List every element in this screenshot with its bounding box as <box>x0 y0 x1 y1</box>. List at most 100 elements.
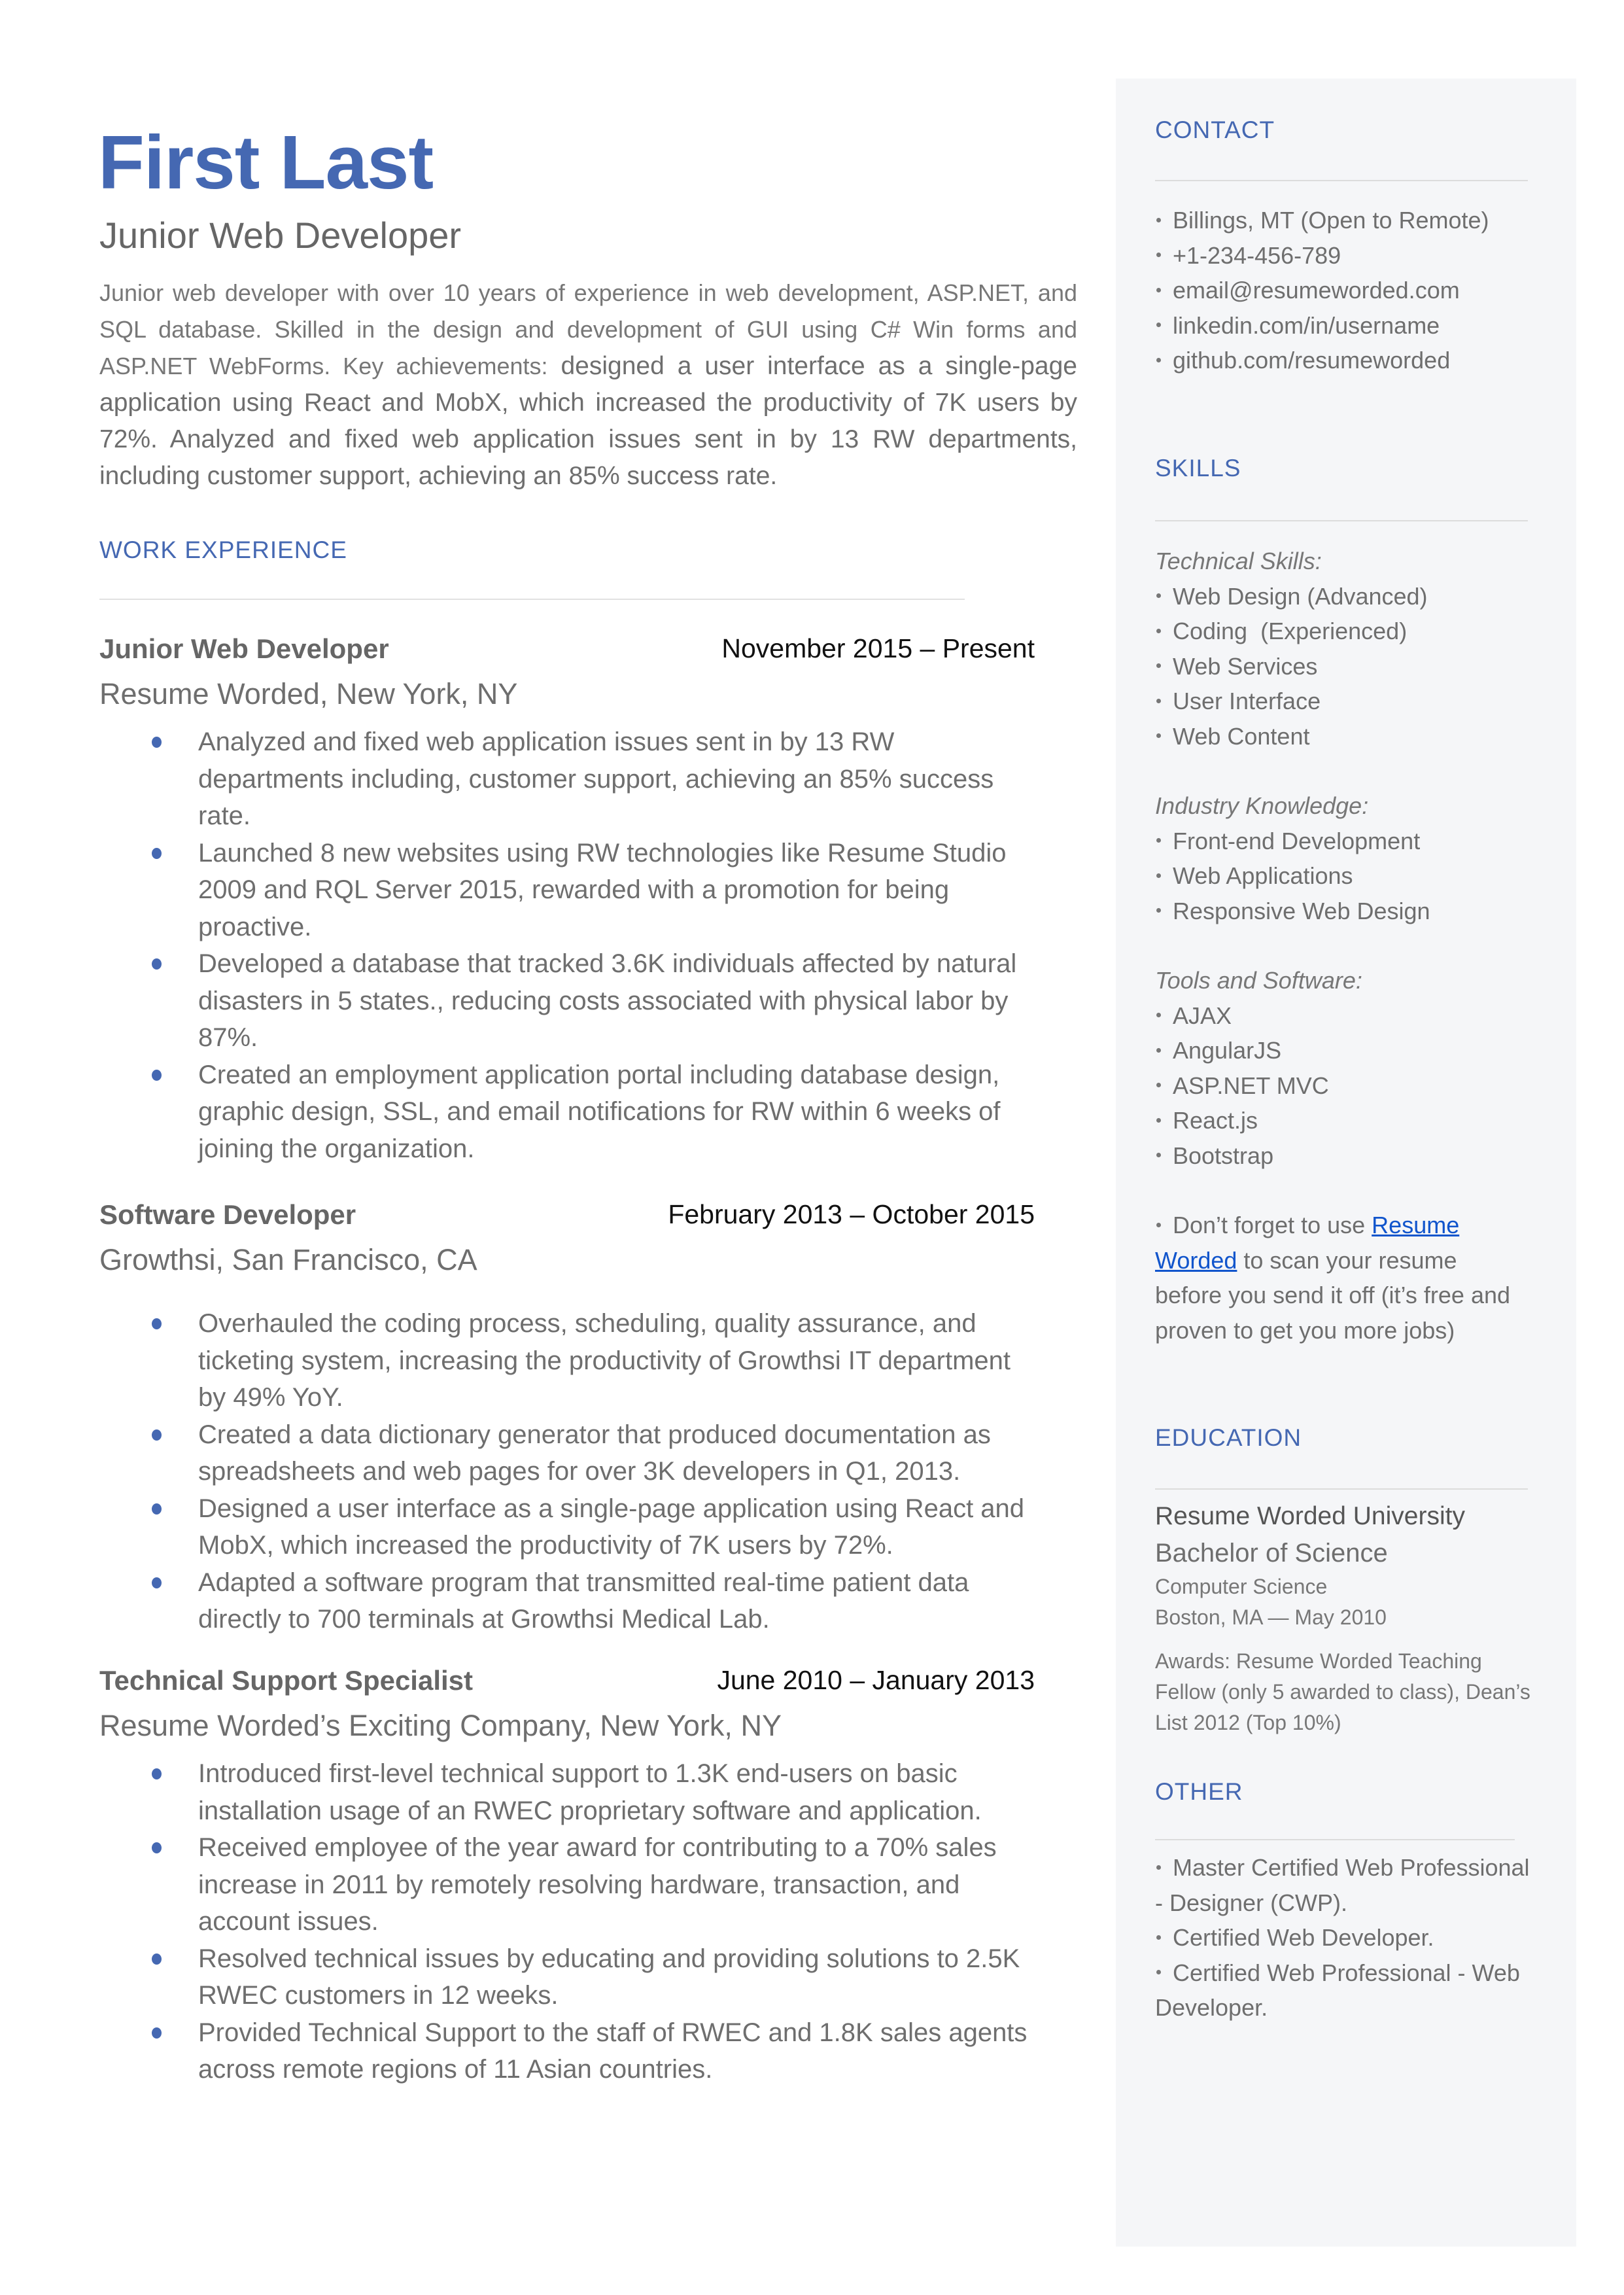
job-header: Software Developer February 2013 – Octob… <box>99 1199 1035 1240</box>
summary: Junior web developer with over 10 years … <box>99 275 1077 495</box>
bullet-dot-icon <box>152 2027 162 2039</box>
job-bullet: Analyzed and fixed web application issue… <box>99 724 1035 835</box>
bullet-dot-icon <box>152 1953 162 1965</box>
other-divider <box>1155 1839 1515 1840</box>
contact-email[interactable]: email@resumeworded.com <box>1155 273 1489 308</box>
education-entry: Resume Worded University Bachelor of Sci… <box>1155 1498 1547 1738</box>
job-bullet: Provided Technical Support to the staff … <box>99 2014 1035 2088</box>
certification-text: Certified Web Developer. <box>1173 1924 1434 1951</box>
bullet-dot-icon <box>152 1577 162 1588</box>
job-bullets: Overhauled the coding process, schedulin… <box>99 1305 1035 1638</box>
phone-link[interactable]: +1-234-456-789 <box>1173 242 1341 269</box>
job-bullets: Analyzed and fixed web application issue… <box>99 724 1035 1167</box>
bullet-icon <box>1156 1153 1161 1158</box>
skill-text: Coding (Experienced) <box>1173 618 1408 644</box>
bullet-dot-icon <box>152 958 162 970</box>
contact-linkedin[interactable]: linkedin.com/in/username <box>1155 308 1489 343</box>
linkedin-link[interactable]: linkedin.com/in/username <box>1173 312 1440 339</box>
certification-text: Certified Web Professional - Web Develop… <box>1155 1959 1520 2022</box>
bullet-text: Resolved technical issues by educating a… <box>198 1944 1020 2010</box>
skills-group-label: Technical Skills: <box>1155 548 1322 574</box>
job-bullet: Adapted a software program that transmit… <box>99 1564 1035 1638</box>
bullet-icon <box>1156 1970 1161 1975</box>
skill-item: AngularJS <box>1155 1033 1547 1068</box>
certification-text: Master Certified Web Professional - Desi… <box>1155 1854 1530 1916</box>
certification-item: Certified Web Professional - Web Develop… <box>1155 1955 1534 2025</box>
bullet-icon <box>1156 1865 1161 1870</box>
bullet-text: Adapted a software program that transmit… <box>198 1568 969 1634</box>
bullet-icon <box>1156 287 1161 292</box>
job-bullet: Created an employment application portal… <box>99 1057 1035 1168</box>
github-link[interactable]: github.com/resumeworded <box>1173 347 1450 374</box>
skill-item: Web Applications <box>1155 858 1547 894</box>
job-company: Growthsi, San Francisco, CA <box>99 1243 477 1276</box>
contact-list: Billings, MT (Open to Remote) +1-234-456… <box>1155 203 1489 378</box>
skill-text: AJAX <box>1173 1002 1232 1029</box>
job-bullets: Introduced first-level technical support… <box>99 1755 1035 2088</box>
job-bullet: Created a data dictionary generator that… <box>99 1416 1035 1490</box>
skill-item: Web Design (Advanced) <box>1155 579 1547 614</box>
education-location-date: Boston, MA — May 2010 <box>1155 1605 1387 1629</box>
skills-group-label: Industry Knowledge: <box>1155 792 1369 819</box>
job-bullet: Designed a user interface as a single-pa… <box>99 1490 1035 1564</box>
skill-text: Web Design (Advanced) <box>1173 582 1428 610</box>
skills-group-list: Web Design (Advanced) Coding (Experience… <box>1155 579 1547 754</box>
bullet-icon <box>1156 1117 1161 1123</box>
skill-item: Bootstrap <box>1155 1138 1547 1174</box>
contact-github[interactable]: github.com/resumeworded <box>1155 343 1489 378</box>
bullet-icon <box>1156 733 1161 739</box>
bullet-text: Created an employment application portal… <box>198 1060 1001 1163</box>
skill-text: Front-end Development <box>1173 827 1421 854</box>
job-header: Junior Web Developer November 2015 – Pre… <box>99 633 1035 674</box>
bullet-icon <box>1156 253 1161 258</box>
job-entry: Software Developer February 2013 – Octob… <box>99 1199 1035 1638</box>
job-bullet: Launched 8 new websites using RW technol… <box>99 835 1035 946</box>
skill-text: Bootstrap <box>1173 1142 1274 1169</box>
skill-item: Coding (Experienced) <box>1155 614 1547 649</box>
bullet-icon <box>1156 1935 1161 1940</box>
skills-group-label: Tools and Software: <box>1155 967 1362 994</box>
skill-text: Web Applications <box>1173 862 1353 889</box>
job-company: Resume Worded, New York, NY <box>99 677 518 710</box>
bullet-icon <box>1156 628 1161 633</box>
job-bullet: Overhauled the coding process, schedulin… <box>99 1305 1035 1416</box>
bullet-dot-icon <box>152 1318 162 1329</box>
bullet-text: Introduced first-level technical support… <box>198 1759 982 1825</box>
contact-phone[interactable]: +1-234-456-789 <box>1155 238 1489 273</box>
bullet-text: Received employee of the year award for … <box>198 1833 997 1936</box>
job-dates: June 2010 – January 2013 <box>717 1665 1035 1695</box>
bullet-text: Provided Technical Support to the staff … <box>198 2018 1028 2084</box>
job-title: Software Developer <box>99 1199 356 1230</box>
bullet-dot-icon <box>152 1069 162 1081</box>
job-dates: November 2015 – Present <box>721 633 1035 663</box>
contact-divider <box>1155 180 1528 181</box>
bullet-icon <box>1156 1083 1161 1088</box>
certification-item: Certified Web Developer. <box>1155 1920 1534 1955</box>
skill-text: React.js <box>1173 1107 1258 1134</box>
bullet-icon <box>1156 323 1161 328</box>
bullet-icon <box>1156 217 1161 222</box>
email-link[interactable]: email@resumeworded.com <box>1173 277 1460 304</box>
job-title: Junior Web Developer <box>99 633 389 664</box>
skill-text: User Interface <box>1173 688 1321 714</box>
bullet-dot-icon <box>152 1842 162 1853</box>
skill-item: ASP.NET MVC <box>1155 1068 1547 1104</box>
skill-text: Responsive Web Design <box>1173 897 1430 924</box>
contact-heading: CONTACT <box>1155 116 1275 143</box>
job-bullet: Received employee of the year award for … <box>99 1829 1035 1940</box>
job-bullet: Resolved technical issues by educating a… <box>99 1940 1035 2014</box>
skills-group-list: Front-end Development Web Applications R… <box>1155 824 1547 929</box>
bullet-icon <box>1156 1222 1161 1227</box>
bullet-icon <box>1156 357 1161 362</box>
candidate-name: First Last <box>98 120 434 205</box>
job-header: Technical Support Specialist June 2010 –… <box>99 1665 1035 1706</box>
skill-item: User Interface <box>1155 684 1547 719</box>
other-heading: OTHER <box>1155 1778 1243 1805</box>
skills-group-list: AJAX AngularJS ASP.NET MVC React.js Boot… <box>1155 998 1547 1174</box>
education-awards: Awards: Resume Worded Teaching Fellow (o… <box>1155 1649 1530 1734</box>
bullet-icon <box>1156 593 1161 599</box>
tip-prefix: Don’t forget to use <box>1173 1212 1372 1238</box>
bullet-text: Launched 8 new websites using RW technol… <box>198 838 1007 941</box>
job-entry: Junior Web Developer November 2015 – Pre… <box>99 633 1035 1167</box>
bullet-text: Designed a user interface as a single-pa… <box>198 1494 1025 1560</box>
